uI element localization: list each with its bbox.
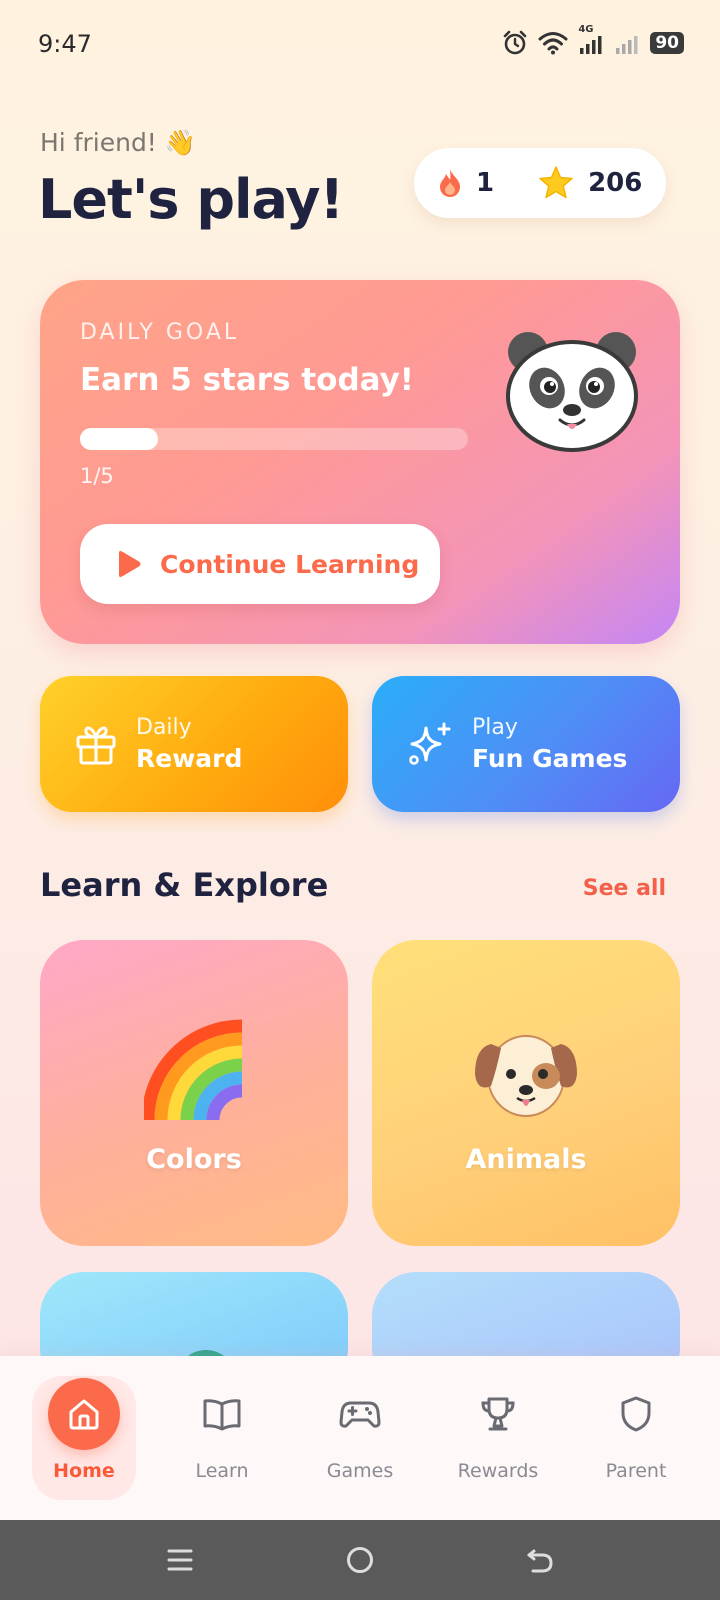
nav-item-learn[interactable]: Learn: [170, 1376, 274, 1500]
category-label: Animals: [465, 1144, 587, 1175]
home-button[interactable]: [338, 1538, 382, 1582]
streak-stat: 1: [438, 168, 494, 198]
category-label: Colors: [146, 1144, 242, 1175]
book-icon: [203, 1399, 241, 1431]
nav-icon-container: [600, 1378, 672, 1450]
star-icon: [539, 166, 573, 199]
status-bar: 9:47 4G 90: [0, 0, 720, 90]
fun-games-small-label: Play: [472, 715, 518, 740]
fun-games-tile[interactable]: Play Fun Games: [372, 676, 680, 812]
daily-reward-tile[interactable]: Daily Reward: [40, 676, 348, 812]
daily-goal-eyebrow: DAILY GOAL: [80, 320, 240, 345]
rainbow-icon: [144, 1019, 243, 1121]
fun-games-text: Play Fun Games: [472, 715, 627, 773]
panda-mascot-icon: [506, 332, 638, 452]
page-title: Let's play!: [38, 168, 344, 231]
category-card-animals[interactable]: Animals: [372, 940, 680, 1246]
category-card-colors[interactable]: Colors: [40, 940, 348, 1246]
home-icon: [69, 1399, 99, 1430]
status-time: 9:47: [38, 30, 92, 58]
signal-icon: [580, 36, 602, 54]
daily-goal-progress-text: 1/5: [80, 464, 114, 488]
nav-label: Games: [326, 1460, 394, 1482]
continue-learning-button[interactable]: Continue Learning: [80, 524, 440, 604]
menu-icon: [167, 1549, 193, 1571]
bottom-nav: Home Learn Games Rewards Parent: [0, 1356, 720, 1520]
daily-reward-label: Reward: [136, 744, 243, 773]
sparkle-icon: [409, 722, 451, 765]
daily-reward-small-label: Daily: [136, 715, 192, 740]
stars-stat: 206: [538, 166, 642, 200]
stars-count: 206: [588, 168, 643, 198]
fun-games-label: Fun Games: [472, 744, 628, 773]
nav-item-rewards[interactable]: Rewards: [446, 1376, 550, 1500]
system-nav-bar: [0, 1520, 720, 1600]
wifi-icon: [538, 32, 568, 55]
nav-icon-container: [48, 1378, 120, 1450]
back-button[interactable]: [518, 1538, 562, 1582]
greeting: Hi friend! 👋: [40, 128, 196, 157]
nav-icon-container: [186, 1378, 258, 1450]
stats-pill[interactable]: 1 206: [414, 148, 666, 218]
back-icon: [527, 1549, 553, 1573]
daily-goal-card: DAILY GOAL Earn 5 stars today! 1/5 Conti…: [40, 280, 680, 644]
nav-label: Learn: [195, 1460, 249, 1482]
alarm-icon: [504, 30, 527, 55]
dog-icon: [475, 1035, 577, 1117]
continue-learning-label: Continue Learning: [160, 549, 420, 579]
nav-item-parent[interactable]: Parent: [584, 1376, 688, 1500]
gift-icon: [76, 726, 116, 765]
nav-label: Rewards: [457, 1460, 539, 1482]
play-icon: [119, 551, 141, 577]
nav-icon-container: [462, 1378, 534, 1450]
circle-home-icon: [347, 1547, 373, 1573]
signal-primary: 4G: [578, 24, 604, 56]
daily-goal-progress-bar: [80, 428, 468, 450]
daily-goal-progress-fill: [80, 428, 158, 450]
flame-icon: [440, 169, 460, 197]
status-icons: 4G 90: [502, 24, 684, 56]
nav-icon-container: [324, 1378, 396, 1450]
daily-goal-title: Earn 5 stars today!: [80, 362, 414, 398]
shield-icon: [621, 1396, 651, 1432]
battery-indicator: 90: [650, 32, 684, 54]
daily-reward-text: Daily Reward: [136, 715, 242, 773]
see-all-link[interactable]: See all: [583, 876, 666, 901]
gamepad-icon: [339, 1401, 381, 1428]
trophy-icon: [481, 1397, 515, 1431]
streak-count: 1: [476, 168, 495, 198]
nav-item-games[interactable]: Games: [308, 1376, 412, 1500]
signal-secondary-icon: [616, 36, 638, 54]
nav-label: Parent: [605, 1460, 667, 1482]
nav-label: Home: [53, 1460, 115, 1482]
menu-button[interactable]: [158, 1538, 202, 1582]
nav-item-home[interactable]: Home: [32, 1376, 136, 1500]
section-title: Learn & Explore: [40, 866, 329, 904]
